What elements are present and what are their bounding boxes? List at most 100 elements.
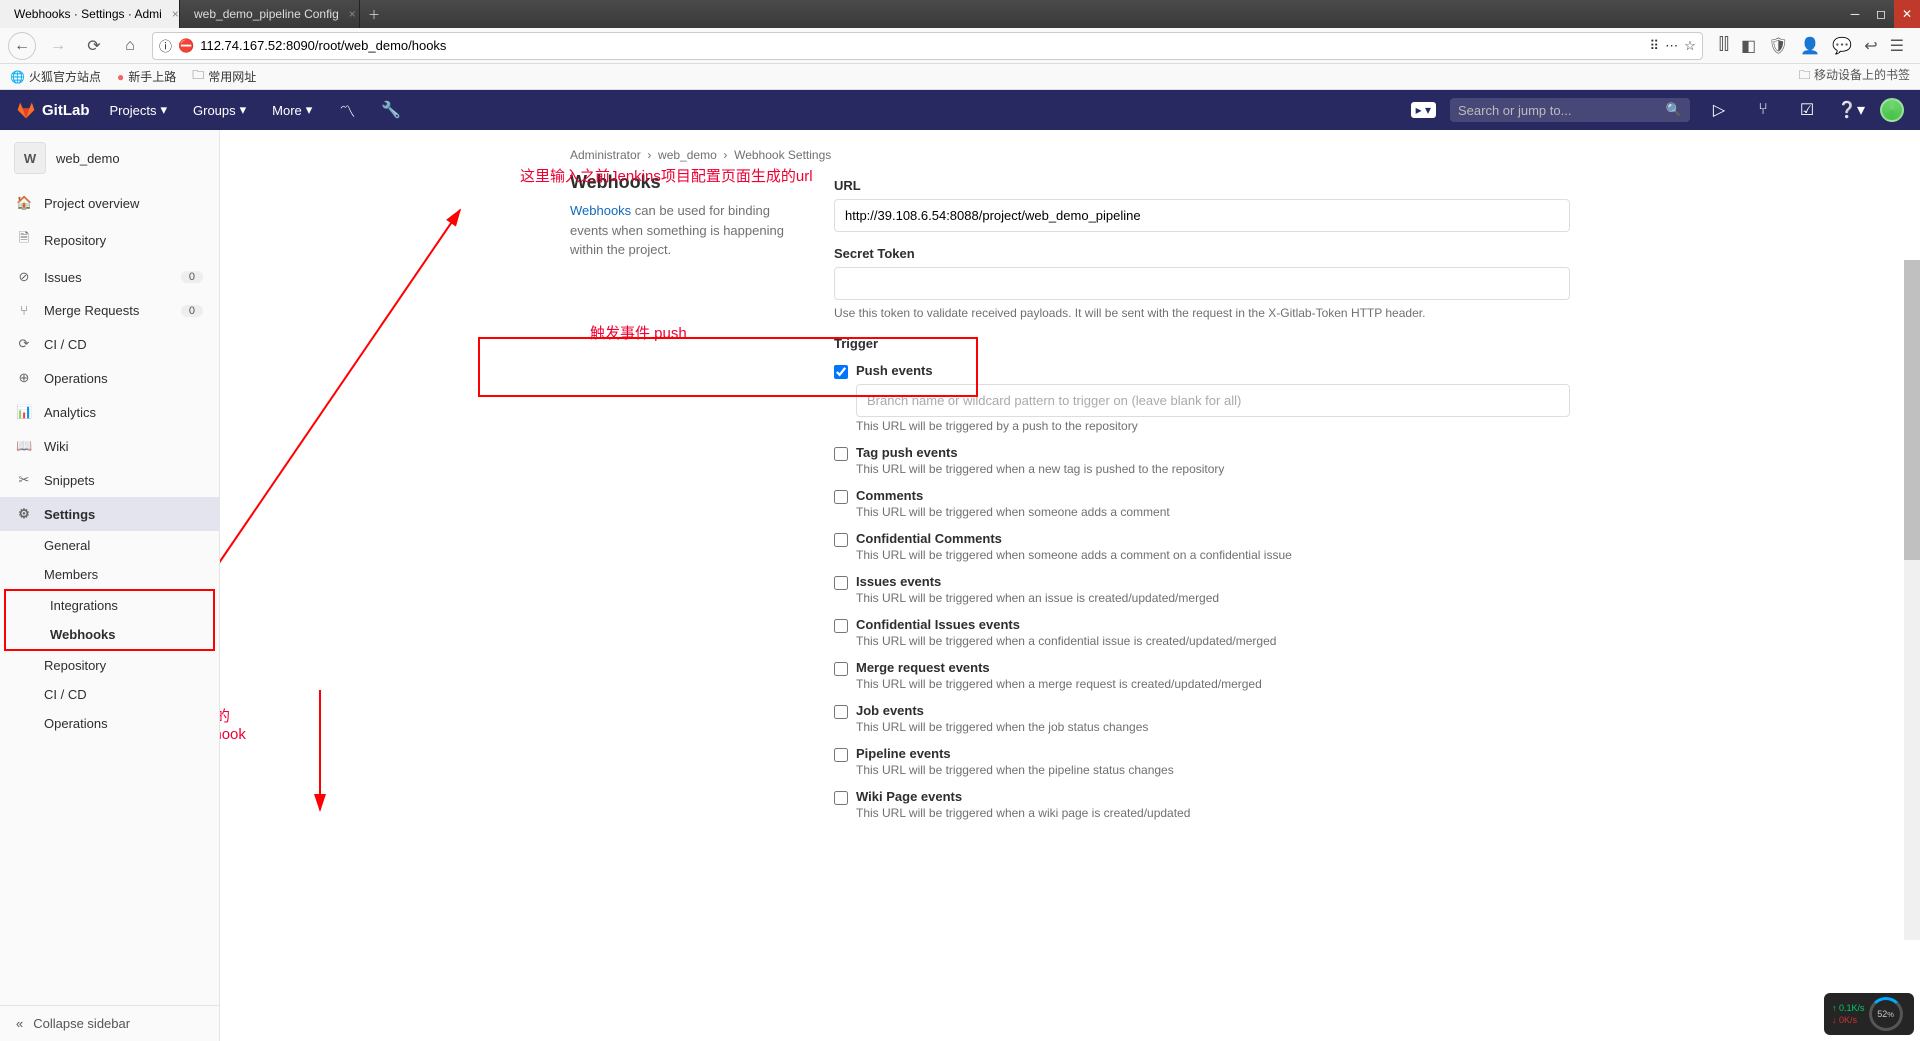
more-menu[interactable]: More ▾ xyxy=(266,96,318,124)
bookmark-item[interactable]: ●新手上路 xyxy=(117,68,176,85)
trigger-comments: Comments This URL will be triggered when… xyxy=(834,482,1570,525)
trigger-checkbox[interactable] xyxy=(834,447,848,461)
help-icon[interactable]: ❔▾ xyxy=(1836,100,1866,120)
secret-token-help: Use this token to validate received payl… xyxy=(834,304,1570,322)
issues-icon[interactable]: ⑂ xyxy=(1748,101,1778,119)
sidebar-sub-integrations[interactable]: Integrations xyxy=(6,591,213,620)
back-button[interactable]: ← xyxy=(8,32,36,60)
trigger-checkbox[interactable] xyxy=(834,662,848,676)
trigger-checkbox[interactable] xyxy=(834,365,848,379)
chevron-down-icon: ▾ xyxy=(306,102,313,118)
url-bar[interactable]: ⓘ ⛔ ⠿ ⋯ ☆ xyxy=(152,32,1703,60)
project-header[interactable]: W web_demo xyxy=(0,130,219,186)
wrench-icon[interactable]: 🔧 xyxy=(376,100,406,120)
branch-pattern-input[interactable] xyxy=(856,384,1570,417)
forward-button[interactable]: → xyxy=(44,32,72,60)
browser-tabstrip: Webhooks · Settings · Admi × web_demo_pi… xyxy=(0,0,1920,28)
hamburger-icon[interactable]: ☰ xyxy=(1890,36,1904,56)
sidebar-sub-repository[interactable]: Repository xyxy=(0,651,219,680)
groups-menu[interactable]: Groups ▾ xyxy=(187,96,252,124)
sidebar-item-operations[interactable]: ⊕Operations xyxy=(0,361,219,395)
search-input[interactable] xyxy=(1458,103,1660,118)
sidebar-sub-operations[interactable]: Operations xyxy=(0,709,219,738)
projects-menu[interactable]: Projects ▾ xyxy=(104,96,174,124)
mobile-bookmarks[interactable]: 🗀 移动设备上的书签 xyxy=(1799,66,1910,87)
menu-dots-icon[interactable]: ⋯ xyxy=(1665,38,1678,54)
collapse-sidebar[interactable]: « Collapse sidebar xyxy=(0,1005,219,1041)
new-tab-button[interactable]: ＋ xyxy=(360,0,388,28)
star-icon[interactable]: ☆ xyxy=(1684,38,1696,54)
plus-badge[interactable]: ▸ ▾ xyxy=(1411,102,1436,118)
activity-icon[interactable]: 〽 xyxy=(332,98,362,122)
info-icon[interactable]: ⓘ xyxy=(159,36,172,55)
sidebar-sub-webhooks[interactable]: Webhooks xyxy=(6,620,213,649)
bell-icon[interactable]: 💬 xyxy=(1832,36,1852,56)
url-input[interactable] xyxy=(200,38,1643,53)
breadcrumb-link[interactable]: web_demo xyxy=(658,148,717,162)
sidebar-item-issues[interactable]: ⊘Issues0 xyxy=(0,260,219,294)
page-title: Webhooks xyxy=(570,172,810,193)
maximize-button[interactable]: ◻ xyxy=(1868,0,1894,28)
home-button[interactable]: ⌂ xyxy=(116,32,144,60)
sidebar-item-project-overview[interactable]: 🏠Project overview xyxy=(0,186,219,220)
chevron-down-icon: ▾ xyxy=(240,102,247,118)
url-label: URL xyxy=(834,178,1570,193)
user-avatar[interactable] xyxy=(1880,98,1904,122)
url-input[interactable] xyxy=(834,199,1570,232)
create-icon[interactable]: ▷ xyxy=(1704,100,1734,120)
trigger-checkbox[interactable] xyxy=(834,791,848,805)
bookmark-item[interactable]: 🌐火狐官方站点 xyxy=(10,68,101,85)
protection-icon[interactable]: 🛡 xyxy=(1768,36,1788,56)
sidebar-item-wiki[interactable]: 📖Wiki xyxy=(0,429,219,463)
trigger-desc: This URL will be triggered when a confid… xyxy=(856,634,1570,648)
sidebar-label: Snippets xyxy=(44,473,95,488)
secret-token-input[interactable] xyxy=(834,267,1570,300)
minimize-button[interactable]: ─ xyxy=(1842,0,1868,28)
trigger-checkbox[interactable] xyxy=(834,490,848,504)
trigger-push-events: Push events This URL will be triggered b… xyxy=(834,357,1570,439)
account-icon[interactable]: 👤 xyxy=(1800,36,1820,56)
reload-button[interactable]: ⟳ xyxy=(80,32,108,60)
tiles-icon[interactable]: ⠿ xyxy=(1650,38,1660,54)
sidebar-sub-general[interactable]: General xyxy=(0,531,219,560)
gitlab-logo[interactable]: GitLab xyxy=(16,100,90,120)
sidebar-item-repository[interactable]: 🗎Repository xyxy=(0,220,219,260)
sidebar-item-ci-cd[interactable]: ⟳CI / CD xyxy=(0,327,219,361)
sidebar-item-merge-requests[interactable]: ⑂Merge Requests0 xyxy=(0,294,219,327)
trigger-desc: This URL will be triggered when someone … xyxy=(856,505,1570,519)
breadcrumb-link[interactable]: Administrator xyxy=(570,148,641,162)
sidebar-sub-members[interactable]: Members xyxy=(0,560,219,589)
search-icon[interactable]: 🔍 xyxy=(1666,102,1682,118)
bookmark-item[interactable]: 🗀常用网址 xyxy=(192,66,256,87)
sidebar-item-snippets[interactable]: ✂Snippets xyxy=(0,463,219,497)
webhooks-link[interactable]: Webhooks xyxy=(570,203,631,218)
trigger-checkbox[interactable] xyxy=(834,748,848,762)
close-icon[interactable]: × xyxy=(349,7,356,21)
sidebar-item-settings[interactable]: ⚙Settings xyxy=(0,497,219,531)
trigger-checkbox[interactable] xyxy=(834,576,848,590)
globe-icon: 🌐 xyxy=(10,70,25,84)
scrollbar-thumb[interactable] xyxy=(1904,260,1920,560)
library-icon[interactable]: ⫿⫿ xyxy=(1719,36,1729,56)
close-icon[interactable]: × xyxy=(172,7,179,21)
chevron-down-icon: ▾ xyxy=(160,102,167,118)
sidebar-label: Analytics xyxy=(44,405,96,420)
sidebar-icon[interactable]: ◧ xyxy=(1741,36,1756,56)
trigger-checkbox[interactable] xyxy=(834,533,848,547)
back-icon[interactable]: ↩ xyxy=(1864,36,1877,56)
trigger-checkbox[interactable] xyxy=(834,705,848,719)
scrollbar[interactable] xyxy=(1904,260,1920,940)
browser-tab-active[interactable]: Webhooks · Settings · Admi × xyxy=(0,0,180,28)
trigger-issues-events: Issues events This URL will be triggered… xyxy=(834,568,1570,611)
todos-icon[interactable]: ☑ xyxy=(1792,100,1822,120)
close-window-button[interactable]: ✕ xyxy=(1894,0,1920,28)
page-description: Webhooks can be used for binding events … xyxy=(570,201,810,260)
trigger-desc: This URL will be triggered when a new ta… xyxy=(856,462,1570,476)
global-search[interactable]: 🔍 xyxy=(1450,98,1690,122)
sidebar-item-analytics[interactable]: 📊Analytics xyxy=(0,395,219,429)
trigger-title: Wiki Page events xyxy=(856,789,1570,804)
sidebar-sub-ci-cd[interactable]: CI / CD xyxy=(0,680,219,709)
browser-tab[interactable]: web_demo_pipeline Config × xyxy=(180,0,360,28)
sidebar-label: Merge Requests xyxy=(44,303,139,318)
trigger-checkbox[interactable] xyxy=(834,619,848,633)
